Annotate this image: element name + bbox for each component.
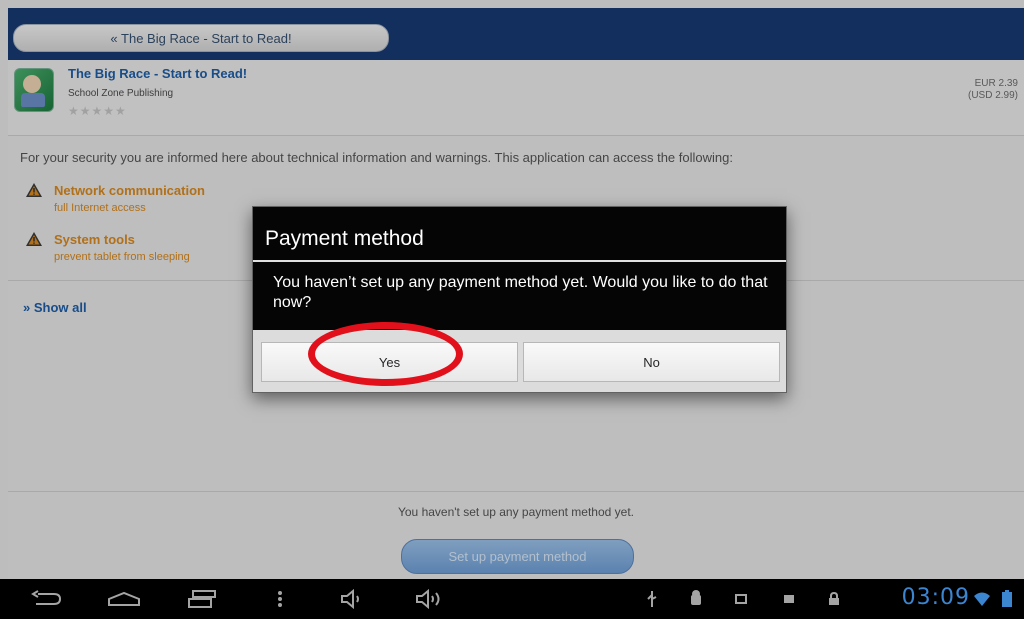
no-button[interactable]: No <box>523 342 780 382</box>
dialog-divider <box>253 260 786 262</box>
highlight-circle <box>308 322 463 386</box>
dialog-message: You haven’t set up any payment method ye… <box>273 274 768 311</box>
dialog-title: Payment method <box>265 227 424 250</box>
